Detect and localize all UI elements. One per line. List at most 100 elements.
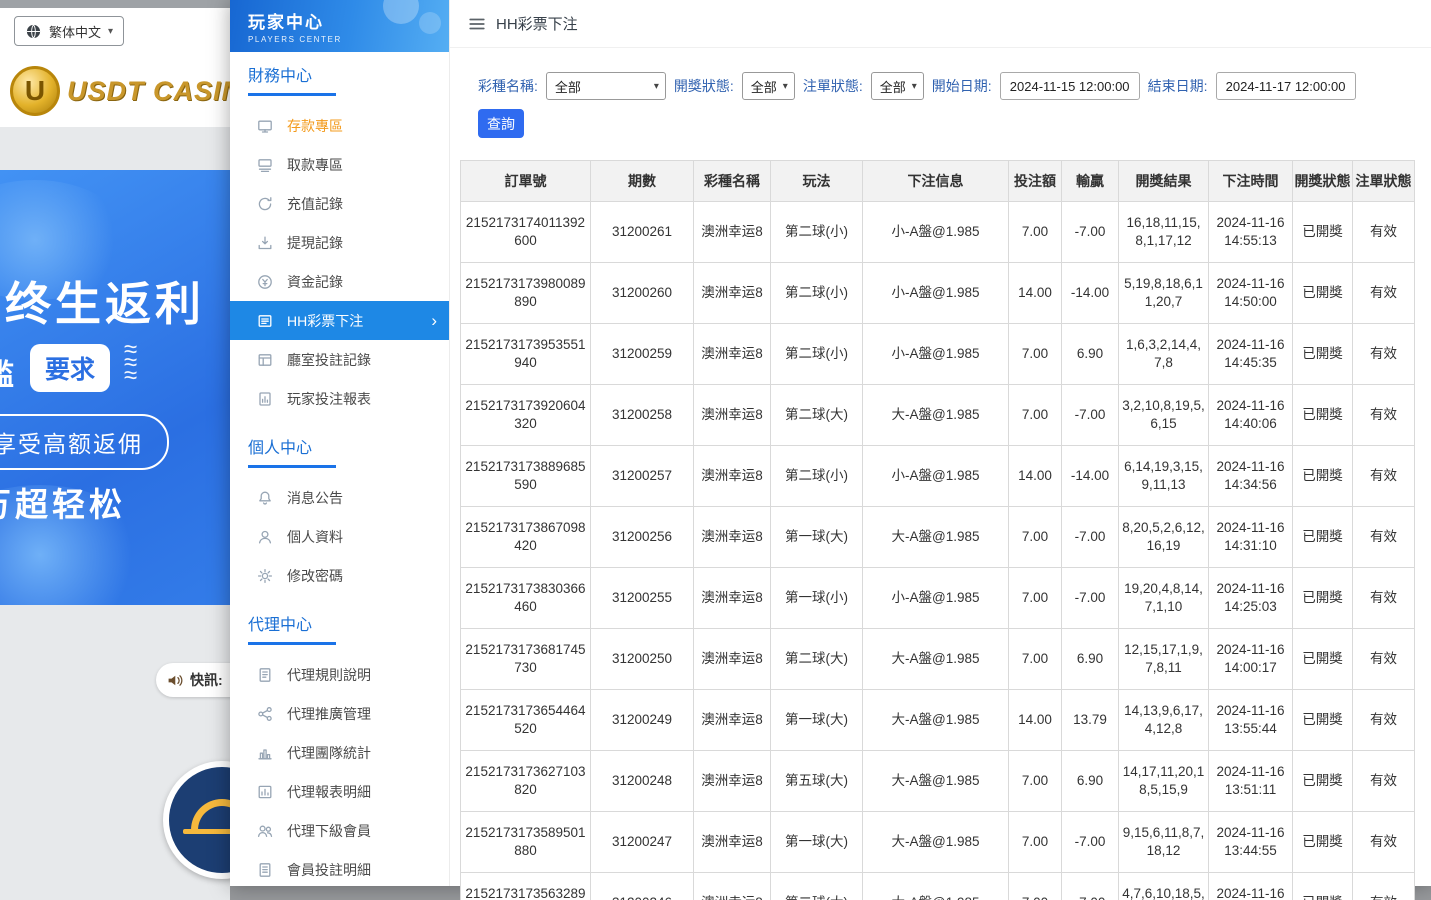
language-selector[interactable]: 繁体中文 ▾	[14, 16, 124, 46]
period-cell: 31200260	[591, 263, 694, 324]
column-header-bet-amount: 投注額	[1009, 161, 1062, 202]
lottery-name-cell: 澳洲幸运8	[694, 812, 771, 873]
sidebar-item-room-bet-record[interactable]: 廳室投註記錄	[230, 340, 449, 379]
win-loss-cell: -7.00	[1062, 202, 1119, 263]
bet-time-cell: 2024-11-16 13:51:11	[1209, 751, 1293, 812]
search-row: 查詢	[450, 100, 1431, 138]
lottery-name-cell: 澳洲幸运8	[694, 446, 771, 507]
lottery-name-cell: 澳洲幸运8	[694, 263, 771, 324]
draw-result-cell: 14,17,11,20,18,5,15,9	[1119, 751, 1209, 812]
search-button[interactable]: 查詢	[478, 109, 524, 138]
table-row: 215217317386709842031200256澳洲幸运8第一球(大)大-…	[461, 507, 1415, 568]
sidebar-item-withdrawal-record[interactable]: 提現記錄	[230, 223, 449, 262]
content-area: HH彩票下注 彩種名稱:全部▾開獎狀態:全部▾注單狀態:全部▾開始日期:結束日期…	[450, 0, 1431, 886]
bet-time-cell: 2024-11-16 13:44:55	[1209, 812, 1293, 873]
sidebar-item-profile[interactable]: 個人資料	[230, 517, 449, 556]
sidebar-item-withdraw[interactable]: 取款專區	[230, 145, 449, 184]
sidebar-item-deposit[interactable]: 存款專區	[230, 106, 449, 145]
filter-select[interactable]: 全部▾	[742, 72, 795, 100]
win-loss-cell: -7.00	[1062, 507, 1119, 568]
win-loss-cell: -7.00	[1062, 385, 1119, 446]
bet-info-cell: 大-A盤@1.985	[863, 690, 1009, 751]
filter-label: 彩種名稱:	[478, 76, 538, 96]
filter-select[interactable]: 全部▾	[546, 72, 666, 100]
sidebar-section-title: 代理中心	[248, 607, 336, 645]
bet-amount-cell: 7.00	[1009, 385, 1062, 446]
sidebar-item-label: 廳室投註記錄	[287, 350, 371, 370]
play-type-cell: 第一球(大)	[771, 507, 863, 568]
sidebar-item-agent-report[interactable]: 代理報表明細	[230, 772, 449, 811]
lottery-name-cell: 澳洲幸运8	[694, 507, 771, 568]
bet-amount-cell: 14.00	[1009, 446, 1062, 507]
withdraw-icon	[257, 157, 273, 173]
sidebar-item-agent-members[interactable]: 代理下級會員	[230, 811, 449, 850]
sidebar-item-member-bets[interactable]: 會員投註明細	[230, 850, 449, 886]
period-cell: 31200261	[591, 202, 694, 263]
content-topbar: HH彩票下注	[450, 0, 1431, 48]
caret-down-icon: ▾	[912, 81, 917, 92]
agent-team-stats-icon	[257, 745, 273, 761]
menu-icon[interactable]	[468, 15, 486, 33]
bet-amount-cell: 7.00	[1009, 629, 1062, 690]
sidebar-item-agent-promo[interactable]: 代理推廣管理	[230, 694, 449, 733]
sidebar-item-agent-team-stats[interactable]: 代理團隊統計	[230, 733, 449, 772]
column-header-bet-time: 下注時間	[1209, 161, 1293, 202]
sidebar-item-player-report[interactable]: 玩家投注報表	[230, 379, 449, 418]
lottery-name-cell: 澳洲幸运8	[694, 751, 771, 812]
sidebar-item-label: 玩家投注報表	[287, 389, 371, 409]
bet-time-cell: 2024-11-16 14:00:17	[1209, 629, 1293, 690]
sidebar-section-title: 財務中心	[248, 58, 336, 96]
filter-date-input[interactable]	[1216, 72, 1356, 100]
win-loss-cell: 13.79	[1062, 690, 1119, 751]
sidebar-subtitle: PLAYERS CENTER	[248, 35, 449, 44]
filter-bar: 彩種名稱:全部▾開獎狀態:全部▾注單狀態:全部▾開始日期:結束日期:	[450, 48, 1431, 100]
filter-select[interactable]: 全部▾	[871, 72, 924, 100]
banner-pill: 可享受高额返佣	[0, 414, 169, 470]
sidebar-item-lottery-bet[interactable]: HH彩票下注›	[230, 301, 449, 340]
bet-amount-cell: 7.00	[1009, 751, 1062, 812]
draw-status-cell: 已開獎	[1293, 202, 1353, 263]
sidebar-item-agent-rules[interactable]: 代理規則說明	[230, 655, 449, 694]
bet-amount-cell: 14.00	[1009, 263, 1062, 324]
column-header-bet-info: 下注信息	[863, 161, 1009, 202]
chevron-right-icon: ›	[431, 312, 437, 329]
column-header-draw-result: 開獎結果	[1119, 161, 1209, 202]
funds-record-icon	[257, 274, 273, 290]
lottery-name-cell: 澳洲幸运8	[694, 324, 771, 385]
bet-info-cell: 大-A盤@1.985	[863, 385, 1009, 446]
sidebar-item-label: 存款專區	[287, 116, 343, 136]
bet-time-cell: 2024-11-16 14:50:00	[1209, 263, 1293, 324]
sidebar-item-label: 充值記錄	[287, 194, 343, 214]
draw-status-cell: 已開獎	[1293, 507, 1353, 568]
sidebar-item-password[interactable]: 修改密碼	[230, 556, 449, 595]
sidebar-item-announcement[interactable]: 消息公告	[230, 478, 449, 517]
sidebar-item-label: 資金記錄	[287, 272, 343, 292]
ticker-label: 快訊:	[190, 670, 223, 690]
bet-info-cell: 大-A盤@1.985	[863, 873, 1009, 900]
win-loss-cell: 6.90	[1062, 324, 1119, 385]
play-type-cell: 第五球(大)	[771, 751, 863, 812]
win-loss-cell: -7.00	[1062, 873, 1119, 900]
announcement-icon	[257, 490, 273, 506]
period-cell: 31200247	[591, 812, 694, 873]
table-row: 215217317362710382031200248澳洲幸运8第五球(大)大-…	[461, 751, 1415, 812]
table-row: 215217317356328917031200246澳洲幸运8第二球(大)大-…	[461, 873, 1415, 900]
order-id-cell: 2152173173589501880	[461, 812, 591, 873]
agent-members-icon	[257, 823, 273, 839]
order-id-cell: 2152173173681745730	[461, 629, 591, 690]
column-header-lottery-name: 彩種名稱	[694, 161, 771, 202]
lottery-name-cell: 澳洲幸运8	[694, 385, 771, 446]
banner-tagline: 万超轻松	[0, 478, 126, 526]
recharge-record-icon	[257, 196, 273, 212]
draw-result-cell: 12,15,17,1,9,7,8,11	[1119, 629, 1209, 690]
sidebar-item-funds-record[interactable]: 資金記錄	[230, 262, 449, 301]
lottery-name-cell: 澳洲幸运8	[694, 202, 771, 263]
filter-date-input[interactable]	[1000, 72, 1140, 100]
play-type-cell: 第二球(大)	[771, 385, 863, 446]
table-row: 215217317383036646031200255澳洲幸运8第一球(小)小-…	[461, 568, 1415, 629]
sidebar-item-recharge-record[interactable]: 充值記錄	[230, 184, 449, 223]
period-cell: 31200248	[591, 751, 694, 812]
sidebar-section: 個人中心消息公告個人資料修改密碼	[230, 430, 449, 595]
order-status-cell: 有效	[1353, 568, 1415, 629]
lottery-bet-icon	[257, 313, 273, 329]
